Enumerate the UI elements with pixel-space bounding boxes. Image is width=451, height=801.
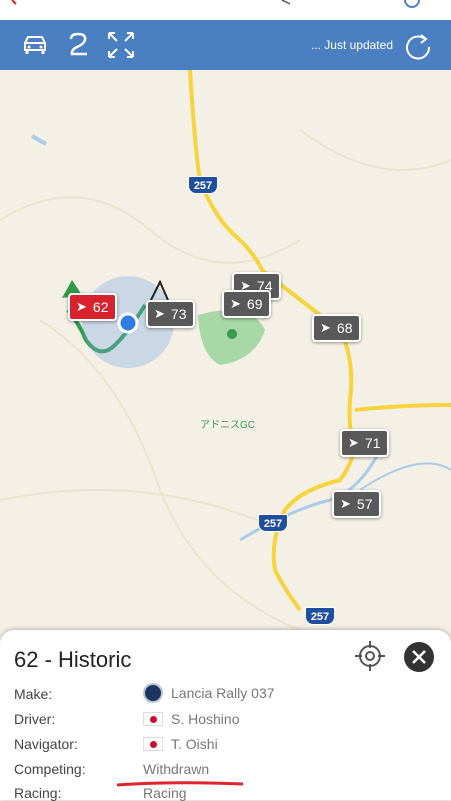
navigator-value: T. Oishi	[143, 736, 218, 752]
driver-label: Driver:	[14, 711, 56, 727]
locate-icon[interactable]	[352, 638, 388, 674]
car-marker-62[interactable]: ➤ 62	[68, 293, 118, 321]
track-icon[interactable]	[62, 28, 96, 62]
make-value: Lancia Rally 037	[143, 683, 275, 703]
marker-number: 57	[356, 496, 373, 512]
competing-value: Withdrawn	[143, 761, 210, 777]
refresh-icon[interactable]	[403, 31, 433, 61]
heading-arrow-icon: ➤	[76, 299, 87, 314]
japan-flag-icon	[143, 712, 163, 726]
red-underline-annotation	[116, 781, 244, 787]
details-panel: 62 - Historic Make: Lancia Rally 037 Dri…	[0, 630, 451, 801]
car-marker-68[interactable]: ➤ 68	[312, 314, 362, 342]
route-shield: 257	[188, 176, 218, 194]
toolbar: ... Just updated	[0, 20, 451, 70]
panel-title: 62 - Historic	[14, 647, 132, 672]
driver-value: S. Hoshino	[143, 711, 239, 727]
expand-icon[interactable]	[104, 28, 138, 62]
route-shield: 257	[305, 607, 335, 625]
heading-arrow-icon: ➤	[230, 296, 241, 311]
close-icon[interactable]	[404, 642, 434, 672]
navigator-text: T. Oishi	[171, 736, 218, 752]
make-label: Make:	[14, 686, 53, 702]
make-text: Lancia Rally 037	[171, 685, 275, 701]
map-background	[0, 70, 451, 630]
marker-number: 71	[364, 435, 381, 451]
competing-label: Competing:	[14, 761, 86, 777]
golf-course-label: アドニスGC	[200, 420, 255, 431]
heading-arrow-icon: ➤	[320, 320, 331, 335]
heading-arrow-icon: ➤	[154, 306, 165, 321]
car-marker-57[interactable]: ➤ 57	[332, 490, 382, 518]
marker-number: 73	[170, 306, 187, 322]
driver-text: S. Hoshino	[171, 711, 240, 727]
car-icon[interactable]	[18, 28, 52, 62]
car-marker-73[interactable]: ➤ 73	[146, 300, 196, 328]
heading-arrow-icon: ➤	[340, 496, 351, 511]
lancia-logo-icon	[143, 683, 163, 703]
route-shield: 257	[258, 514, 288, 532]
racing-label: Racing:	[14, 785, 62, 801]
car-marker-71[interactable]: ➤ 71	[340, 429, 390, 457]
marker-number: 69	[246, 296, 263, 312]
navigator-label: Navigator:	[14, 736, 78, 752]
car-marker-69[interactable]: ➤ 69	[222, 290, 272, 318]
update-status: ... Just updated	[310, 38, 393, 52]
japan-flag-icon	[143, 737, 163, 751]
heading-arrow-icon: ➤	[348, 435, 359, 450]
marker-number: 68	[336, 320, 353, 336]
marker-number: 62	[92, 299, 109, 315]
map-view[interactable]: 257 257 257 アドニスGC ➤ 62 ➤ 73 ➤ 74 ➤ 69 ➤…	[0, 70, 451, 630]
